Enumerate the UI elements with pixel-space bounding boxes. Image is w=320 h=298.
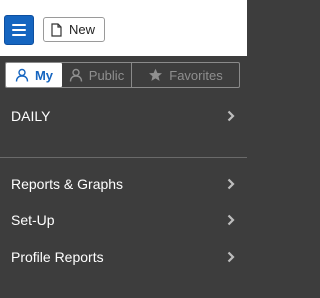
chevron-right-icon: [227, 178, 235, 190]
tab-my[interactable]: My: [6, 63, 62, 87]
hamburger-menu-icon: [12, 24, 26, 26]
tab-public-label: Public: [88, 67, 125, 83]
menu-item-label: Profile Reports: [11, 249, 104, 265]
menu-item-daily[interactable]: DAILY: [0, 101, 247, 131]
tab-public[interactable]: Public: [62, 63, 132, 87]
menu-divider: [0, 157, 247, 158]
chevron-right-icon: [227, 110, 235, 122]
tab-favorites-label: Favorites: [169, 67, 223, 83]
menu-item-set-up[interactable]: Set-Up: [0, 205, 247, 235]
menu-item-label: Set-Up: [11, 212, 55, 228]
document-icon: [51, 22, 62, 37]
tab-bar: My Public Favorites: [5, 62, 240, 88]
menu-item-reports-graphs[interactable]: Reports & Graphs: [0, 169, 247, 199]
new-button-label: New: [69, 22, 96, 37]
menu-item-label: Reports & Graphs: [11, 176, 124, 192]
tab-my-label: My: [34, 67, 54, 83]
star-icon: [149, 68, 163, 81]
navigation-panel: My Public Favorites DAILY Reports & Grap…: [0, 56, 247, 298]
users-icon: [69, 68, 82, 82]
tab-favorites[interactable]: Favorites: [132, 63, 239, 87]
hamburger-menu-button[interactable]: [4, 15, 34, 45]
user-icon: [15, 68, 29, 82]
chevron-right-icon: [227, 251, 235, 263]
menu-item-profile-reports[interactable]: Profile Reports: [0, 242, 247, 272]
chevron-right-icon: [227, 214, 235, 226]
menu-item-label: DAILY: [11, 108, 51, 124]
top-toolbar: New: [0, 0, 247, 56]
new-button[interactable]: New: [43, 17, 105, 42]
